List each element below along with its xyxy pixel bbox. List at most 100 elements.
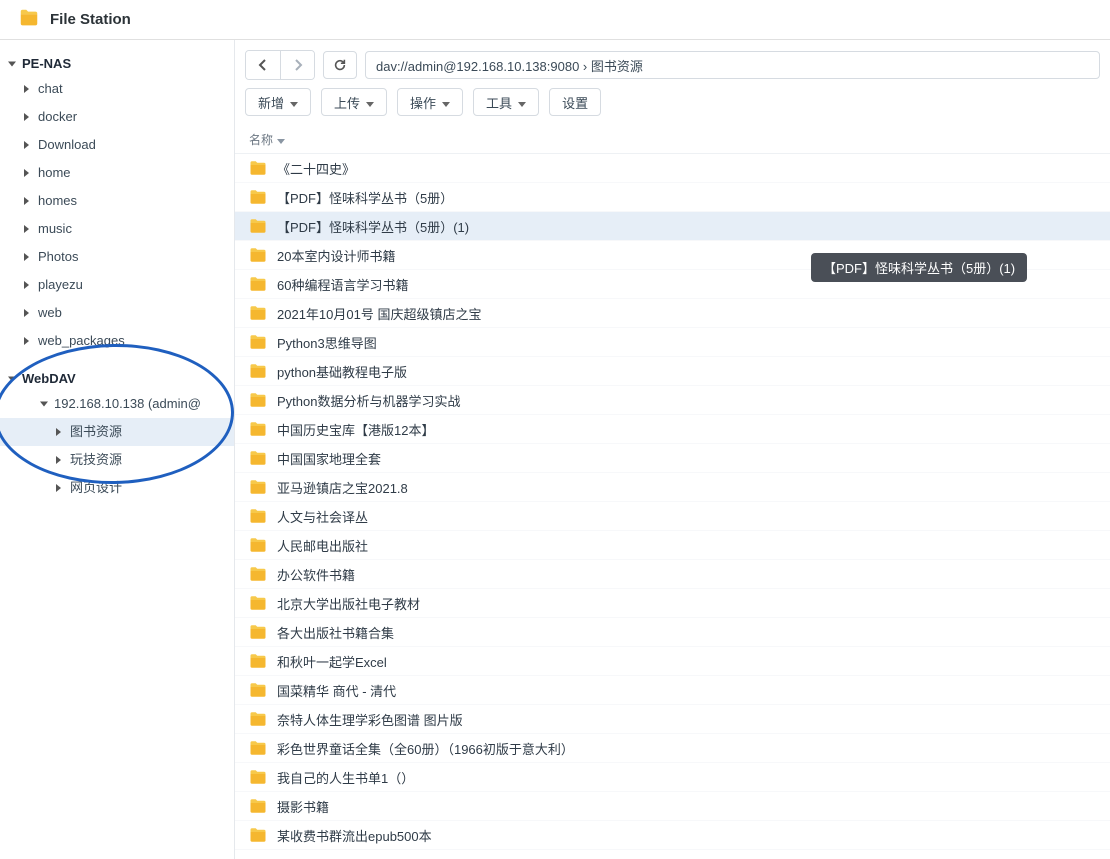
tree-section-text: WebDAV — [22, 371, 76, 386]
file-row[interactable]: 【PDF】怪味科学丛书（5册）(1) — [235, 212, 1110, 241]
folder-icon — [249, 682, 267, 698]
folder-icon — [249, 421, 267, 437]
tree-item-play[interactable]: 玩技资源 — [0, 446, 234, 474]
folder-icon — [249, 189, 267, 205]
chevron-down-icon — [288, 95, 298, 110]
file-name: 我自己的人生书单1（） — [277, 768, 414, 787]
folder-icon — [249, 769, 267, 785]
folder-icon — [249, 363, 267, 379]
back-button[interactable] — [246, 51, 280, 79]
app-icon — [18, 7, 40, 32]
folder-icon — [249, 827, 267, 843]
upload-button[interactable]: 上传 — [321, 88, 387, 116]
file-name: 【PDF】怪味科学丛书（5册） — [277, 188, 453, 207]
file-name: 和秋叶一起学Excel — [277, 652, 387, 671]
tree-item-homes[interactable]: homes — [0, 187, 234, 215]
sidebar: PE-NAS chat docker Download home homes m… — [0, 40, 235, 859]
tree-item-music[interactable]: music — [0, 215, 234, 243]
folder-icon — [249, 740, 267, 756]
file-row[interactable]: 人文与社会译丛 — [235, 502, 1110, 531]
file-row[interactable]: 各大出版社书籍合集 — [235, 618, 1110, 647]
sort-asc-icon — [277, 133, 285, 147]
path-input[interactable]: dav://admin@192.168.10.138:9080 › 图书资源 — [365, 51, 1100, 79]
folder-icon — [249, 798, 267, 814]
app-header: File Station — [0, 0, 1110, 40]
file-name: 60种编程语言学习书籍 — [277, 275, 408, 294]
tree-item-docker[interactable]: docker — [0, 103, 234, 131]
file-name: 2021年10月01号 国庆超级镇店之宝 — [277, 304, 481, 323]
file-row[interactable]: 办公软件书籍 — [235, 560, 1110, 589]
file-name: python基础教程电子版 — [277, 362, 407, 381]
file-row[interactable]: 某收费书群流出epub500本 — [235, 821, 1110, 850]
new-button[interactable]: 新增 — [245, 88, 311, 116]
tree-item-home[interactable]: home — [0, 159, 234, 187]
folder-icon — [249, 479, 267, 495]
tools-button[interactable]: 工具 — [473, 88, 539, 116]
tree-item-playezu[interactable]: playezu — [0, 271, 234, 299]
tree-item-download[interactable]: Download — [0, 131, 234, 159]
tooltip: 【PDF】怪味科学丛书（5册）(1) — [811, 253, 1027, 282]
path-toolbar: dav://admin@192.168.10.138:9080 › 图书资源 — [235, 40, 1110, 88]
app-title: File Station — [50, 11, 131, 28]
file-row[interactable]: Python数据分析与机器学习实战 — [235, 386, 1110, 415]
nav-history-group — [245, 50, 315, 80]
folder-icon — [249, 595, 267, 611]
folder-icon — [249, 276, 267, 292]
file-row[interactable]: python基础教程电子版 — [235, 357, 1110, 386]
file-row[interactable]: 2021年10月01号 国庆超级镇店之宝 — [235, 299, 1110, 328]
forward-button[interactable] — [280, 51, 314, 79]
file-row[interactable]: 彩色世界童话全集（全60册）（1966初版于意大利） — [235, 734, 1110, 763]
file-row[interactable]: 北京大学出版社电子教材 — [235, 589, 1110, 618]
file-row[interactable]: 摄影书籍 — [235, 792, 1110, 821]
settings-button[interactable]: 设置 — [549, 88, 601, 116]
refresh-button[interactable] — [323, 51, 357, 79]
action-toolbar: 新增 上传 操作 工具 设置 — [235, 88, 1110, 126]
folder-icon — [249, 392, 267, 408]
folder-icon — [249, 305, 267, 321]
tree-item-books[interactable]: 图书资源 — [0, 418, 234, 446]
tree-item-photos[interactable]: Photos — [0, 243, 234, 271]
file-name: 【PDF】怪味科学丛书（5册）(1) — [277, 217, 469, 236]
tree-item-webpackages[interactable]: web_packages — [0, 327, 234, 355]
file-row[interactable]: 和秋叶一起学Excel — [235, 647, 1110, 676]
tree-section-label[interactable]: WebDAV — [0, 367, 234, 390]
folder-icon — [249, 218, 267, 234]
file-row[interactable]: 人民邮电出版社 — [235, 531, 1110, 560]
chevron-down-icon — [440, 95, 450, 110]
tree-section-label[interactable]: PE-NAS — [0, 52, 234, 75]
chevron-down-icon — [364, 95, 374, 110]
file-name: 某收费书群流出epub500本 — [277, 826, 432, 845]
file-name: 摄影书籍 — [277, 797, 329, 816]
tree-item-web[interactable]: web — [0, 299, 234, 327]
folder-icon — [249, 653, 267, 669]
tree-item-chat[interactable]: chat — [0, 75, 234, 103]
file-row[interactable]: 《二十四史》 — [235, 154, 1110, 183]
file-name: 人文与社会译丛 — [277, 507, 368, 526]
content-pane: dav://admin@192.168.10.138:9080 › 图书资源 新… — [235, 40, 1110, 859]
column-header[interactable]: 名称 — [235, 126, 1110, 154]
folder-icon — [249, 566, 267, 582]
file-name: 奈特人体生理学彩色图谱 图片版 — [277, 710, 463, 729]
tree-section-text: PE-NAS — [22, 56, 71, 71]
file-row[interactable]: 亚马逊镇店之宝2021.8 — [235, 473, 1110, 502]
tree-section-webdav: WebDAV 192.168.10.138 (admin@ 图书资源 玩技资源 … — [0, 367, 234, 502]
folder-icon — [249, 450, 267, 466]
file-row[interactable]: 【PDF】怪味科学丛书（5册） — [235, 183, 1110, 212]
folder-icon — [249, 711, 267, 727]
action-button[interactable]: 操作 — [397, 88, 463, 116]
file-row[interactable]: 我自己的人生书单1（） — [235, 763, 1110, 792]
tree-item-webdav-host[interactable]: 192.168.10.138 (admin@ — [0, 390, 234, 418]
file-name: 中国历史宝库【港版12本】 — [277, 420, 434, 439]
file-name: Python3思维导图 — [277, 333, 377, 352]
folder-icon — [249, 624, 267, 640]
file-row[interactable]: 中国历史宝库【港版12本】 — [235, 415, 1110, 444]
file-name: 国菜精华 商代 - 清代 — [277, 681, 396, 700]
file-row[interactable]: 国菜精华 商代 - 清代 — [235, 676, 1110, 705]
file-name: 中国国家地理全套 — [277, 449, 381, 468]
file-row[interactable]: 奈特人体生理学彩色图谱 图片版 — [235, 705, 1110, 734]
folder-icon — [249, 537, 267, 553]
file-row[interactable]: Python3思维导图 — [235, 328, 1110, 357]
path-text: dav://admin@192.168.10.138:9080 › 图书资源 — [376, 56, 643, 75]
tree-item-webdesign[interactable]: 网页设计 — [0, 474, 234, 502]
file-row[interactable]: 中国国家地理全套 — [235, 444, 1110, 473]
